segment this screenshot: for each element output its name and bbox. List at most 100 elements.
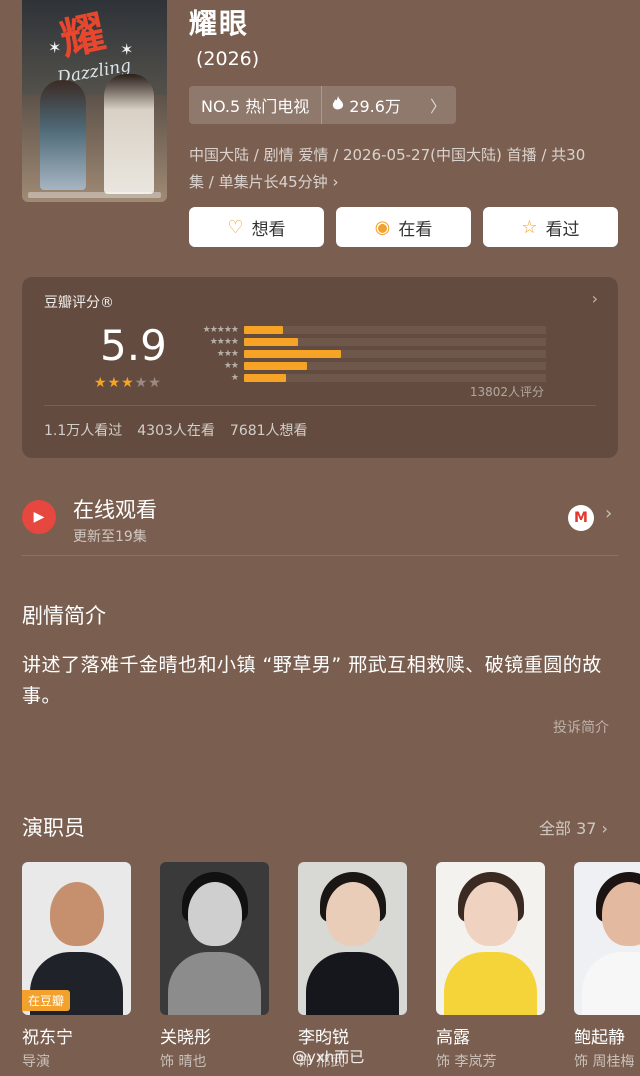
cast-member[interactable]: 李昀锐 饰 邢武 (298, 862, 407, 1070)
cast-photo (436, 862, 545, 1015)
photo-body (306, 952, 399, 1015)
chevron-right-icon: › (605, 503, 613, 524)
cast-role: 饰 李岚芳 (436, 1054, 497, 1070)
divider (22, 555, 618, 556)
cast-photo (160, 862, 269, 1015)
distribution-row: ★★★ (186, 348, 546, 360)
cast-list: 在豆瓣 祝东宁 导演 关晓彤 饰 晴也 李昀锐 饰 邢武 高露 饰 李岚芳 鲍起… (22, 862, 640, 1076)
meta-info[interactable]: 中国大陆 / 剧情 爱情 / 2026-05-27(中国大陆) 首播 / 共30… (189, 142, 619, 196)
star-filled-icon: ★ (94, 375, 107, 391)
rank-heat-pill[interactable]: NO.5 热门电视 29.6万 〉 (189, 86, 456, 124)
distribution-bar (244, 350, 341, 358)
star-filled-icon: ★ (107, 375, 121, 391)
distribution-track (244, 350, 546, 358)
distribution-bar (244, 362, 308, 370)
poster-figure-woman (40, 80, 86, 190)
cast-role: 饰 周桂梅 (574, 1054, 635, 1070)
want-button-label: 想看 (251, 219, 286, 240)
star-filled-icon: ★ (121, 375, 134, 391)
heat-value: 29.6万 (349, 97, 401, 116)
synopsis-heading: 剧情简介 (22, 604, 106, 628)
rating-stars: ★ ★ ★ ★ ★ (94, 375, 161, 391)
watched-count: 1.1万人看过 (44, 423, 123, 439)
poster-star-icon: ✶ (48, 38, 62, 57)
distribution-bar (244, 338, 299, 346)
cast-name: 李昀锐 (298, 1028, 349, 1048)
online-watch-row[interactable]: ▶ 在线观看 更新至19集 M › (22, 490, 618, 550)
photo-body (168, 952, 261, 1015)
cast-role: 导演 (22, 1054, 50, 1070)
photo-body (444, 952, 537, 1015)
distribution-bar (244, 326, 284, 334)
cast-role: 饰 晴也 (160, 1054, 207, 1070)
watching-button[interactable]: ◉ 在看 (336, 207, 471, 247)
chevron-right-icon: 〉 (429, 97, 446, 116)
online-title: 在线观看 (73, 498, 157, 522)
meta-line-2: 集 / 单集片长45分钟 › (189, 173, 339, 191)
play-icon: ▶ (22, 500, 56, 534)
cast-name: 高露 (436, 1028, 470, 1048)
photo-face (188, 882, 242, 946)
photo-face (50, 882, 104, 946)
distribution-row: ★★★★ (186, 336, 546, 348)
online-subtitle: 更新至19集 (73, 529, 147, 545)
cast-name: 关晓彤 (160, 1028, 211, 1048)
distribution-track (244, 326, 546, 334)
star-level-icon: ★★ (223, 361, 239, 371)
rating-card[interactable]: 豆瓣评分® › 5.9 ★ ★ ★ ★ ★ ★★★★★ ★★★★ ★★★ ★★ ★ 13802人… (22, 277, 618, 458)
poster-credits (28, 192, 161, 198)
rating-card-title: 豆瓣评分® (44, 295, 114, 311)
cast-photo (298, 862, 407, 1015)
star-level-icon: ★★★★ (209, 337, 239, 347)
release-year: (2026) (196, 48, 260, 70)
heart-plus-icon: ♡ (227, 216, 244, 238)
watermark-text: @yxh而已 (292, 1048, 365, 1066)
distribution-track (244, 362, 546, 370)
star-empty-icon: ★ (134, 375, 148, 391)
chevron-right-icon: › (591, 289, 598, 308)
platform-logo-icon: M (568, 505, 594, 531)
poster-image[interactable]: 耀 ✶ ✶ Dazzling (22, 0, 167, 202)
cast-photo (574, 862, 640, 1015)
star-level-icon: ★★★★★ (202, 325, 239, 335)
report-synopsis-link[interactable]: 投诉简介 (553, 717, 609, 737)
star-level-icon: ★ (230, 373, 239, 383)
photo-face (326, 882, 380, 946)
distribution-track (244, 338, 546, 346)
on-douban-badge: 在豆瓣 (22, 990, 71, 1011)
want-button[interactable]: ♡ 想看 (189, 207, 324, 247)
cast-all-link[interactable]: 全部 37 › (539, 815, 608, 839)
want-count: 7681人想看 (229, 423, 308, 439)
watching-count: 4303人在看 (137, 423, 215, 439)
distribution-row: ★★ (186, 360, 546, 372)
star-outline-icon: ☆ (521, 216, 538, 238)
chevron-right-icon: › (601, 819, 608, 838)
cast-member[interactable]: 关晓彤 饰 晴也 (160, 862, 269, 1070)
star-level-icon: ★★★ (216, 349, 239, 359)
meta-line-1: 中国大陆 / 剧情 爱情 / 2026-05-27(中国大陆) 首播 / 共30 (189, 146, 586, 164)
rating-distribution: ★★★★★ ★★★★ ★★★ ★★ ★ (186, 324, 546, 384)
distribution-bar (244, 374, 287, 382)
distribution-row: ★★★★★ (186, 324, 546, 336)
cast-name: 鲍起静 (574, 1028, 625, 1048)
chevron-right-icon: › (332, 173, 339, 191)
watched-button[interactable]: ☆ 看过 (483, 207, 618, 247)
photo-body (582, 952, 640, 1015)
page-title: 耀眼 (189, 7, 250, 40)
star-empty-icon: ★ (148, 375, 161, 391)
watching-button-label: 在看 (398, 219, 433, 240)
rating-score: 5.9 (100, 321, 167, 370)
photo-face (464, 882, 518, 946)
rank-label: NO.5 热门电视 (189, 86, 323, 124)
cast-member[interactable]: 高露 饰 李岚芳 (436, 862, 545, 1070)
rating-count: 13802人评分 (469, 385, 544, 399)
cast-name: 祝东宁 (22, 1028, 73, 1048)
flame-icon (332, 95, 344, 115)
distribution-track (244, 374, 546, 382)
cast-member[interactable]: 在豆瓣 祝东宁 导演 (22, 862, 131, 1070)
watched-button-label: 看过 (545, 219, 580, 240)
cast-heading: 演职员 (22, 816, 85, 840)
synopsis-text: 讲述了落难千金晴也和小镇 “野草男” 邢武互相救赎、破镜重圆的故事。 (22, 654, 602, 707)
poster-figure-man (104, 74, 154, 194)
cast-member[interactable]: 鲍起静 饰 周桂梅 (574, 862, 640, 1070)
